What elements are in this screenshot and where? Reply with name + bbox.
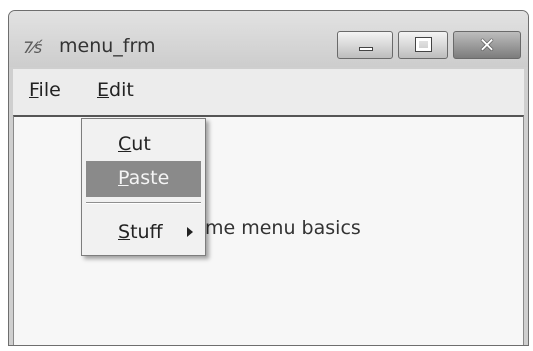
menu-bar: File Edit (13, 69, 524, 115)
tk-feather-icon: 7⁄ś (23, 38, 42, 57)
maximize-button[interactable] (398, 31, 448, 59)
menu-file-mnemonic: F (29, 79, 39, 101)
menu-file-label: ile (38, 79, 61, 101)
window-title: menu_frm (59, 35, 156, 57)
edit-dropdown-menu: Cut Paste Stuff (81, 118, 206, 256)
maximize-icon (415, 37, 432, 52)
close-button[interactable]: ✕ (453, 31, 521, 59)
app-window: 7⁄ś menu_frm ✕ File Edit me menu basics … (8, 10, 529, 346)
close-icon: ✕ (478, 33, 496, 57)
menu-edit[interactable]: Edit (97, 79, 134, 101)
menu-item-cut[interactable]: Cut (86, 127, 201, 163)
minimize-button[interactable] (337, 31, 393, 59)
menu-edit-mnemonic: E (97, 79, 110, 101)
menu-item-paste[interactable]: Paste (86, 161, 201, 197)
cut-mnemonic: C (118, 133, 132, 155)
menu-file[interactable]: File (29, 79, 61, 101)
paste-mnemonic: P (118, 167, 129, 189)
paste-label: aste (128, 167, 170, 189)
submenu-arrow-icon (187, 227, 193, 237)
stuff-label: tuff (130, 221, 163, 243)
minimize-icon (359, 47, 373, 51)
cut-label: ut (131, 133, 151, 155)
stuff-mnemonic: S (118, 221, 131, 243)
title-bar[interactable]: 7⁄ś menu_frm ✕ (9, 11, 528, 67)
menu-edit-label: dit (109, 79, 134, 101)
menu-item-stuff[interactable]: Stuff (86, 215, 201, 251)
menu-separator (86, 202, 201, 204)
content-label: me menu basics (205, 217, 361, 239)
